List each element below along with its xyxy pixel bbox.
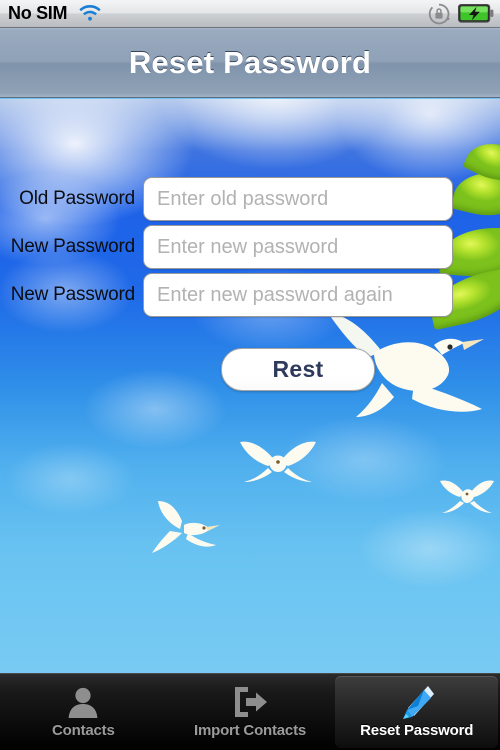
- tab-bar: Contacts Import Contacts Reset Password: [0, 673, 500, 750]
- tab-contacts-label: Contacts: [52, 722, 115, 739]
- phone-screen: No SIM Reset Password Old Password Enter…: [0, 0, 500, 750]
- new-password-input[interactable]: [143, 225, 453, 269]
- confirm-password-label: New Password: [10, 284, 136, 305]
- import-arrow-icon: [228, 683, 272, 721]
- wifi-icon: [78, 4, 102, 23]
- status-bar: No SIM: [0, 0, 500, 28]
- tab-reset-password[interactable]: Reset Password: [335, 676, 499, 748]
- battery-charging-icon: [458, 4, 494, 23]
- confirm-password-input[interactable]: [143, 273, 453, 317]
- tab-contacts[interactable]: Contacts: [2, 676, 165, 748]
- old-password-input[interactable]: [143, 177, 453, 221]
- carrier-label: No SIM: [8, 3, 68, 23]
- tab-import-contacts[interactable]: Import Contacts: [169, 676, 332, 748]
- reset-password-form: Old Password New Password New Password R…: [0, 99, 500, 673]
- field-row-confirm-password: New Password: [0, 273, 500, 317]
- reset-submit-button[interactable]: Rest: [221, 348, 375, 391]
- field-row-old-password: Old Password: [0, 177, 500, 221]
- field-row-new-password: New Password: [0, 225, 500, 269]
- pencil-icon: [395, 683, 439, 721]
- new-password-label: New Password: [10, 236, 136, 257]
- status-right-group: [427, 2, 494, 26]
- rotation-lock-icon: [427, 2, 451, 26]
- person-icon: [61, 683, 105, 721]
- old-password-label: Old Password: [19, 188, 135, 209]
- tab-import-contacts-label: Import Contacts: [194, 722, 307, 739]
- navigation-bar: Reset Password: [0, 28, 500, 98]
- tab-reset-password-label: Reset Password: [360, 722, 474, 739]
- content-area: Old Password New Password New Password R…: [0, 99, 500, 673]
- page-title: Reset Password: [128, 44, 372, 80]
